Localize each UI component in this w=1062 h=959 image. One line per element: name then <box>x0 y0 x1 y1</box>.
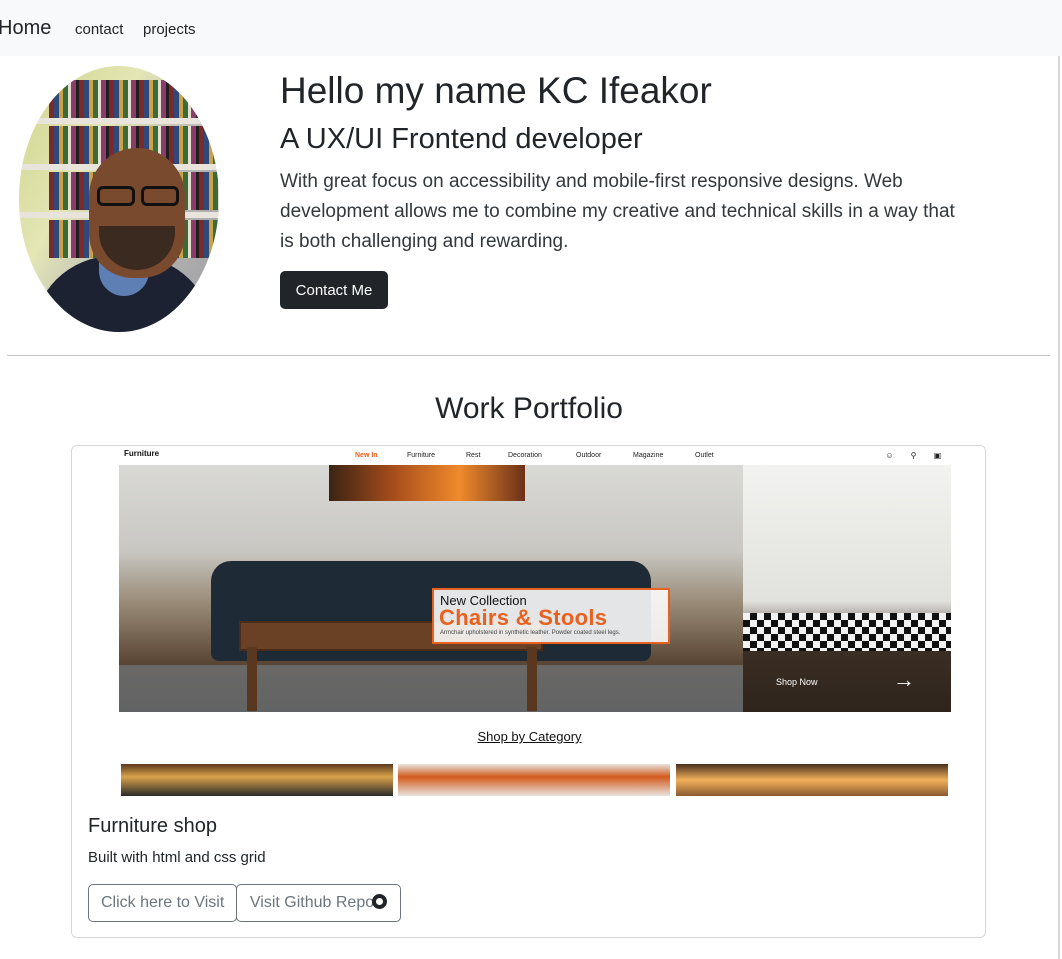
screenshot-nav-item: Outlet <box>695 452 714 459</box>
screenshot-nav-item: Magazine <box>633 452 664 459</box>
github-icon <box>372 894 388 909</box>
category-thumbnail <box>121 764 393 796</box>
section-divider <box>7 355 1050 356</box>
promo-headline: Chairs & Stools <box>439 605 608 630</box>
screenshot-nav-item: Decoration <box>508 452 542 459</box>
category-thumbnail <box>676 764 948 796</box>
search-icon: ⚲ <box>910 451 917 460</box>
hero-title: Hello my name KC Ifeakor <box>280 70 712 111</box>
screenshot-nav-item: Rest <box>466 452 481 459</box>
promo-caption: Armchair upholstered in synthetic leathe… <box>440 630 621 636</box>
portfolio-heading: Work Portfolio <box>435 392 623 425</box>
nav-brand-home[interactable]: Home <box>0 17 51 40</box>
nav-link-projects[interactable]: projects <box>143 21 196 38</box>
promo-box: New Collection Chairs & Stools Armchair … <box>432 588 670 644</box>
screenshot-nav-item: Outdoor <box>576 452 602 459</box>
hero-subtitle: A UX/UI Frontend developer <box>280 123 643 155</box>
category-thumbnail <box>398 764 670 796</box>
screenshot-brand: Furniture <box>124 449 160 458</box>
bag-icon: ▣ <box>933 451 942 460</box>
shop-by-category-text: Shop by Category <box>477 729 582 744</box>
navbar: Home contact projects <box>0 0 1062 56</box>
nav-link-contact[interactable]: contact <box>75 21 123 38</box>
screenshot-nav-item: Furniture <box>407 452 436 459</box>
project-screenshot: Furniture New In Furniture Rest Decorati… <box>72 446 985 796</box>
github-repo-button[interactable]: Visit Github Repo <box>236 884 401 922</box>
project-description: Built with html and css grid <box>88 849 266 866</box>
screenshot-side-image: Shop Now → <box>743 465 951 712</box>
visit-site-label: Click here to Visit <box>101 894 225 911</box>
screenshot-nav-item: New In <box>355 452 378 459</box>
profile-avatar <box>19 66 219 332</box>
arrow-right-icon: → <box>893 667 915 692</box>
visit-site-button[interactable]: Click here to Visit <box>88 884 237 922</box>
screenshot-hero-image: New Collection Chairs & Stools Armchair … <box>119 465 744 712</box>
contact-me-button[interactable]: Contact Me <box>280 271 388 309</box>
project-card: Furniture New In Furniture Rest Decorati… <box>71 445 986 938</box>
hero-description: With great focus on accessibility and mo… <box>280 171 955 252</box>
github-repo-label: Visit Github Repo <box>249 894 375 911</box>
page-scrollbar[interactable] <box>1058 56 1060 959</box>
shop-now-text: Shop Now <box>776 677 818 687</box>
user-icon: ☺ <box>885 451 894 460</box>
project-title: Furniture shop <box>88 815 217 837</box>
